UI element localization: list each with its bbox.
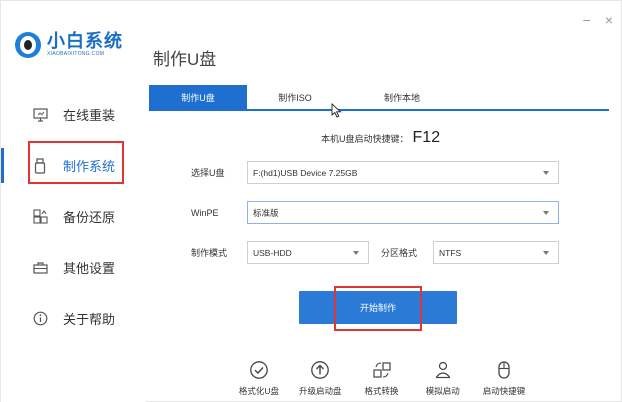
page-title: 制作U盘 xyxy=(153,50,217,69)
window-controls: − × xyxy=(583,13,613,27)
sidebar-item-label: 其他设置 xyxy=(63,261,116,276)
minimize-button[interactable]: − xyxy=(583,13,591,27)
tab-bar: 制作U盘 制作ISO 制作本地 xyxy=(149,85,609,111)
sidebar-item-other-settings[interactable]: 其他设置 xyxy=(1,242,146,293)
sidebar-item-label: 在线重装 xyxy=(63,108,116,123)
chevron-down-icon xyxy=(543,211,549,215)
sidebar-item-label: 制作系统 xyxy=(63,159,116,174)
winpe-select-label: WinPE xyxy=(191,207,219,218)
toolbox-icon xyxy=(31,259,49,277)
tool-format-usb[interactable]: 格式化U盘 xyxy=(229,359,289,397)
logo-name: 小白系统 xyxy=(47,31,123,51)
sidebar: 小白系统 XIAOBAIXITONG.COM 在线重装 制作系统 备份还原 其他… xyxy=(1,1,146,402)
sidebar-item-make-system[interactable]: 制作系统 xyxy=(1,140,146,191)
mode-select-label: 制作模式 xyxy=(191,248,228,258)
sidebar-nav: 在线重装 制作系统 备份还原 其他设置 关于帮助 xyxy=(1,89,146,344)
mouse-cursor-icon xyxy=(331,102,342,123)
mode-select[interactable]: USB-HDD xyxy=(247,241,369,264)
hotkey-info: 本机U盘启动快捷键： F12 xyxy=(321,129,440,147)
usb-select-label: 选择U盘 xyxy=(191,168,225,178)
app-window: − × 小白系统 XIAOBAIXITONG.COM 在线重装 制作系统 备份还… xyxy=(0,0,622,402)
monitor-icon xyxy=(31,106,49,124)
hotkey-value: F12 xyxy=(412,129,441,146)
start-make-button[interactable]: 开始制作 xyxy=(299,291,457,324)
convert-icon xyxy=(371,359,393,381)
winpe-select-row: WinPE 标准版 xyxy=(191,201,559,224)
upgrade-icon xyxy=(309,359,331,381)
sidebar-item-label: 关于帮助 xyxy=(63,312,116,327)
tab-make-iso[interactable]: 制作ISO xyxy=(247,85,343,109)
close-button[interactable]: × xyxy=(605,13,613,27)
logo-domain: XIAOBAIXITONG.COM xyxy=(47,51,105,57)
simulate-icon xyxy=(432,359,454,381)
tool-simulate-boot[interactable]: 模拟启动 xyxy=(413,359,473,397)
sidebar-item-label: 备份还原 xyxy=(63,210,116,225)
tool-boot-hotkey[interactable]: 启动快捷键 xyxy=(474,359,534,397)
winpe-select[interactable]: 标准版 xyxy=(247,201,559,224)
tool-bar: 格式化U盘 升级启动盘 格式转换 模拟启动 启动快捷键 xyxy=(229,359,534,397)
usb-select-value: F:(hd1)USB Device 7.25GB xyxy=(253,167,358,178)
tool-label: 格式化U盘 xyxy=(238,386,280,396)
sidebar-item-backup-restore[interactable]: 备份还原 xyxy=(1,191,146,242)
usb-drive-icon xyxy=(31,157,49,175)
logo-icon xyxy=(15,31,41,58)
tool-label: 升级启动盘 xyxy=(298,386,342,396)
tool-upgrade-boot-disk[interactable]: 升级启动盘 xyxy=(290,359,350,397)
tab-make-usb[interactable]: 制作U盘 xyxy=(149,85,247,109)
partition-select-value: NTFS xyxy=(439,247,462,258)
sidebar-item-about-help[interactable]: 关于帮助 xyxy=(1,293,146,344)
tab-make-local[interactable]: 制作本地 xyxy=(343,85,461,109)
tool-format-convert[interactable]: 格式转换 xyxy=(352,359,412,397)
partition-select-label: 分区格式 xyxy=(381,248,418,258)
mouse-icon xyxy=(493,359,515,381)
info-icon xyxy=(31,310,49,328)
chevron-down-icon xyxy=(543,171,549,175)
partition-select[interactable]: NTFS xyxy=(433,241,559,264)
winpe-select-value: 标准版 xyxy=(253,207,279,218)
chevron-down-icon xyxy=(353,251,359,255)
usb-select[interactable]: F:(hd1)USB Device 7.25GB xyxy=(247,161,559,184)
check-circle-icon xyxy=(248,359,270,381)
usb-select-row: 选择U盘 F:(hd1)USB Device 7.25GB xyxy=(191,161,559,184)
sidebar-item-online-reinstall[interactable]: 在线重装 xyxy=(1,89,146,140)
hotkey-label: 本机U盘启动快捷键： xyxy=(321,134,409,144)
tool-label: 启动快捷键 xyxy=(482,386,526,396)
backup-icon xyxy=(31,208,49,226)
tool-label: 格式转换 xyxy=(364,386,399,396)
chevron-down-icon xyxy=(543,251,549,255)
logo: 小白系统 XIAOBAIXITONG.COM xyxy=(15,31,123,58)
mode-select-value: USB-HDD xyxy=(253,247,292,258)
tool-label: 模拟启动 xyxy=(425,386,460,396)
mode-partition-row: 制作模式 USB-HDD 分区格式 NTFS xyxy=(191,241,559,264)
